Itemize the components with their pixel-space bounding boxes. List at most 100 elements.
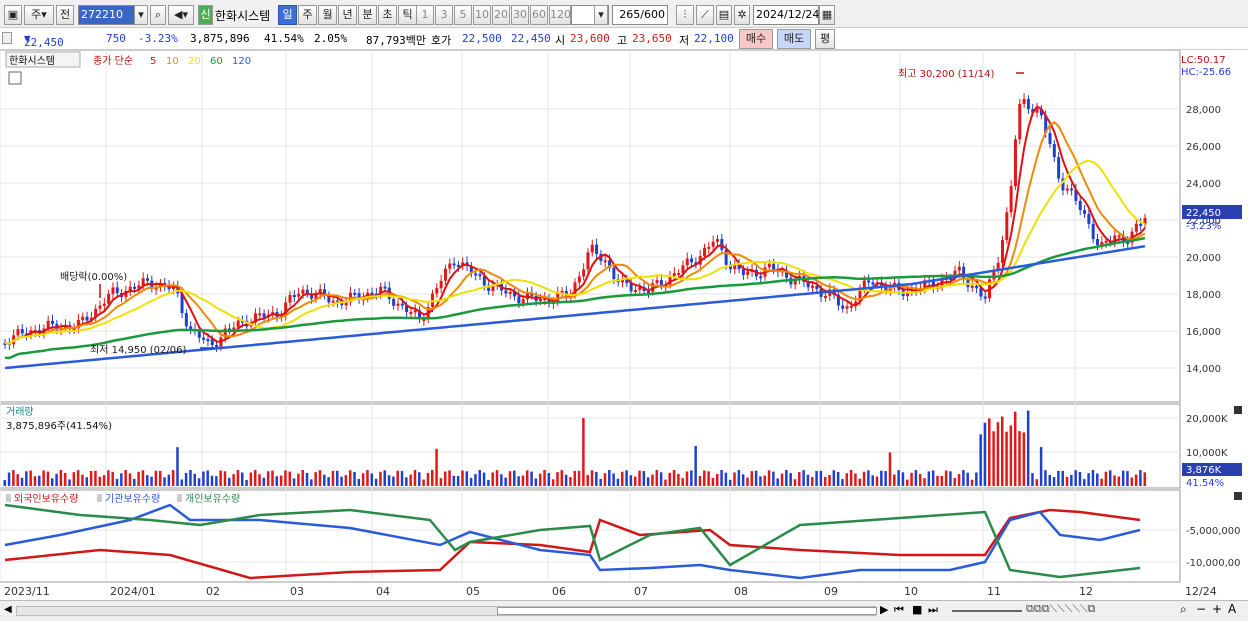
candle-body xyxy=(474,273,478,276)
table-icon[interactable] xyxy=(8,71,22,85)
period-tab-0[interactable]: 일 xyxy=(278,5,297,25)
minute-tab-10[interactable]: 10 xyxy=(473,5,491,25)
volume-bar xyxy=(392,476,395,486)
volume-bar xyxy=(55,473,58,486)
search-icon[interactable]: ⌕ xyxy=(150,5,166,25)
volume-bar xyxy=(806,474,810,486)
period-tab-6[interactable]: 틱 xyxy=(398,5,417,25)
minute-tab-30[interactable]: 30 xyxy=(511,5,529,25)
volume-bar xyxy=(1087,473,1090,486)
save-icon[interactable]: ▤ xyxy=(716,5,732,25)
candle-body xyxy=(370,292,374,295)
zoom-in-icon[interactable]: + xyxy=(1212,602,1222,616)
volume-bar xyxy=(724,472,728,486)
minute-tab-20[interactable]: 20 xyxy=(492,5,510,25)
zoom-icon[interactable]: ⌕ xyxy=(1180,602,1187,617)
candle-icon[interactable]: ⫶ xyxy=(676,5,694,25)
zoom-out-icon[interactable]: − xyxy=(1196,602,1206,616)
legend-ma-label: 종가 단순 xyxy=(93,55,133,67)
volume-bar xyxy=(979,434,982,486)
scroll-thumb[interactable] xyxy=(497,607,877,615)
candle-body xyxy=(975,285,979,289)
holdings-close-icon[interactable] xyxy=(1234,492,1242,500)
volume-bar xyxy=(1117,476,1121,486)
volume-bar xyxy=(513,470,516,486)
candle-body xyxy=(772,263,776,271)
volume-bar xyxy=(1070,474,1073,486)
volume-bar xyxy=(469,477,473,486)
candle-body xyxy=(690,258,694,263)
eval-button[interactable]: 평 xyxy=(815,29,835,49)
holding-legend-marker xyxy=(97,494,102,502)
first-icon[interactable]: ⏮ xyxy=(894,603,904,617)
scroll-track[interactable] xyxy=(16,606,877,616)
count-input[interactable]: 265/600 xyxy=(612,5,668,25)
zoom-slider[interactable] xyxy=(952,610,1022,612)
current-rate-tag-text: -3.23% xyxy=(1186,221,1221,232)
font-icon[interactable]: A xyxy=(1228,602,1236,616)
tool-icons[interactable]: ⧉⧉⧉⟍⟍⟍⟍⟍⧉ xyxy=(1026,602,1095,616)
type-select[interactable]: 주▾ xyxy=(24,5,54,25)
speaker-icon[interactable]: ◀▾ xyxy=(168,5,194,25)
volume-bar xyxy=(482,472,486,486)
volume-bar xyxy=(336,470,339,486)
period-tab-4[interactable]: 분 xyxy=(358,5,377,25)
last-icon[interactable]: ⏭ xyxy=(928,603,938,617)
volume-bar xyxy=(711,477,715,486)
candle-body xyxy=(677,273,681,276)
x-label: 02 xyxy=(206,585,220,598)
sell-button[interactable]: 매도 xyxy=(777,29,811,49)
volume-bar xyxy=(914,470,918,486)
line-tool-icon[interactable]: ⟋ xyxy=(696,5,714,25)
window-icon[interactable]: ▣ xyxy=(4,5,22,25)
scroll-right-icon[interactable]: ▶ xyxy=(880,603,888,616)
volume-bar xyxy=(452,475,456,486)
volume-bar xyxy=(331,470,335,486)
candle-body xyxy=(81,316,85,321)
code-dropdown-icon[interactable]: ▾ xyxy=(134,5,148,25)
scroll-left-icon[interactable]: ◀ xyxy=(4,604,14,618)
period-tab-3[interactable]: 년 xyxy=(338,5,357,25)
volume-bar xyxy=(33,476,37,486)
volume-bar xyxy=(828,475,831,486)
minute-tab-5[interactable]: 5 xyxy=(454,5,472,25)
gear-icon[interactable]: ✲ xyxy=(734,5,750,25)
volume-bar xyxy=(733,472,736,486)
period-tab-2[interactable]: 월 xyxy=(318,5,337,25)
volume-bar xyxy=(202,471,205,486)
extra-dropdown-icon[interactable]: ▾ xyxy=(594,5,608,25)
candle-body xyxy=(1070,188,1074,191)
calendar-icon[interactable]: ▦ xyxy=(819,5,835,25)
minute-tab-3[interactable]: 3 xyxy=(435,5,453,25)
volume-bar xyxy=(379,471,382,486)
ma-legend-120: 120 xyxy=(232,56,251,67)
candle-body xyxy=(133,286,137,289)
minute-tab-60[interactable]: 60 xyxy=(530,5,548,25)
volume-bar xyxy=(176,447,179,486)
volume-bar xyxy=(621,471,624,486)
date-input[interactable]: 2024/12/24 xyxy=(753,5,819,25)
volume-bar xyxy=(772,471,775,486)
top-toolbar: ▣ 주▾ 전 272210 ▾ ⌕ ◀▾ 신 한화시스템 일주월년분초틱 135… xyxy=(0,0,1248,28)
volume-bar xyxy=(741,474,745,486)
candle-body xyxy=(538,298,542,302)
volume-bar xyxy=(171,470,175,486)
chart-area[interactable]: 28,00026,00024,00022,00020,00018,00016,0… xyxy=(0,50,1248,600)
checkbox-icon[interactable] xyxy=(2,32,12,44)
volume-bar xyxy=(685,471,689,486)
minute-tab-1[interactable]: 1 xyxy=(416,5,434,25)
volume-bar xyxy=(871,475,874,486)
candle-body xyxy=(707,246,711,249)
volume-close-icon[interactable] xyxy=(1234,406,1242,414)
candle-body xyxy=(1018,103,1022,140)
buy-button[interactable]: 매수 xyxy=(739,29,773,49)
stop-icon[interactable]: ■ xyxy=(912,603,922,616)
volume-bar xyxy=(146,475,149,486)
prev-button[interactable]: 전 xyxy=(56,5,74,25)
candle-body xyxy=(633,290,637,293)
period-tab-5[interactable]: 초 xyxy=(378,5,397,25)
minute-tab-120[interactable]: 120 xyxy=(549,5,571,25)
period-tab-1[interactable]: 주 xyxy=(298,5,317,25)
volume-bar xyxy=(400,471,404,486)
ma-legend: 5 10 20 60 120 xyxy=(150,56,251,67)
